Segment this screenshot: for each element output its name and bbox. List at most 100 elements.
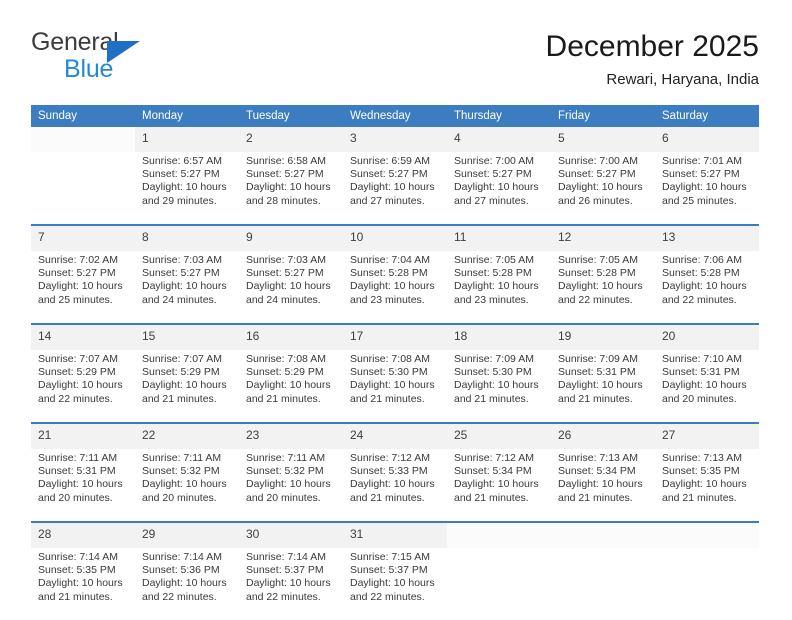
daylight-text: Daylight: 10 hours and 22 minutes. <box>246 577 331 603</box>
sunset-text: Sunset: 5:27 PM <box>142 267 220 280</box>
general-blue-logo[interactable]: General Blue <box>31 28 251 90</box>
sunset-text: Sunset: 5:27 PM <box>662 168 740 181</box>
day-number[interactable]: 8 <box>135 226 239 251</box>
sunset-text: Sunset: 5:27 PM <box>246 267 324 280</box>
sunset-text: Sunset: 5:27 PM <box>142 168 220 181</box>
day-number[interactable]: 24 <box>343 424 447 449</box>
day-cell-empty <box>655 523 759 548</box>
sunset-text: Sunset: 5:34 PM <box>558 465 636 478</box>
day-number[interactable]: 27 <box>655 424 759 449</box>
day-info: Sunrise: 7:06 AM Sunset: 5:28 PM Dayligh… <box>655 251 759 323</box>
sunset-text: Sunset: 5:29 PM <box>246 366 324 379</box>
daylight-text: Daylight: 10 hours and 21 minutes. <box>350 379 435 405</box>
day-info-empty <box>31 152 135 224</box>
day-number[interactable]: 25 <box>447 424 551 449</box>
day-info: Sunrise: 7:09 AM Sunset: 5:30 PM Dayligh… <box>447 350 551 422</box>
day-number[interactable]: 3 <box>343 127 447 152</box>
daylight-text: Daylight: 10 hours and 25 minutes. <box>662 181 747 207</box>
daylight-text: Daylight: 10 hours and 21 minutes. <box>454 478 539 504</box>
daylight-text: Daylight: 10 hours and 24 minutes. <box>142 280 227 306</box>
day-number[interactable]: 21 <box>31 424 135 449</box>
weekday-header-tuesday: Tuesday <box>239 105 343 127</box>
daylight-text: Daylight: 10 hours and 21 minutes. <box>558 379 643 405</box>
day-info: Sunrise: 7:07 AM Sunset: 5:29 PM Dayligh… <box>135 350 239 422</box>
day-number[interactable]: 22 <box>135 424 239 449</box>
daylight-text: Daylight: 10 hours and 24 minutes. <box>246 280 331 306</box>
day-info: Sunrise: 7:10 AM Sunset: 5:31 PM Dayligh… <box>655 350 759 422</box>
day-number[interactable]: 29 <box>135 523 239 548</box>
day-number[interactable]: 6 <box>655 127 759 152</box>
daylight-text: Daylight: 10 hours and 22 minutes. <box>350 577 435 603</box>
day-number[interactable]: 16 <box>239 325 343 350</box>
day-info: Sunrise: 7:04 AM Sunset: 5:28 PM Dayligh… <box>343 251 447 323</box>
day-info: Sunrise: 7:00 AM Sunset: 5:27 PM Dayligh… <box>447 152 551 224</box>
sunset-text: Sunset: 5:30 PM <box>350 366 428 379</box>
day-number[interactable]: 11 <box>447 226 551 251</box>
sunrise-text: Sunrise: 7:13 AM <box>558 452 638 464</box>
sunrise-text: Sunrise: 7:08 AM <box>350 353 430 365</box>
sunset-text: Sunset: 5:27 PM <box>558 168 636 181</box>
sunrise-text: Sunrise: 7:14 AM <box>38 551 118 563</box>
day-number[interactable]: 18 <box>447 325 551 350</box>
week-3-daynumber-row: 14 15 16 17 18 19 20 <box>31 325 759 350</box>
day-number[interactable]: 1 <box>135 127 239 152</box>
day-info: Sunrise: 7:14 AM Sunset: 5:37 PM Dayligh… <box>239 548 343 620</box>
day-cell-empty <box>447 523 551 548</box>
sunset-text: Sunset: 5:28 PM <box>350 267 428 280</box>
weekday-header-friday: Friday <box>551 105 655 127</box>
day-number[interactable]: 2 <box>239 127 343 152</box>
day-number[interactable]: 4 <box>447 127 551 152</box>
day-number[interactable]: 7 <box>31 226 135 251</box>
day-info: Sunrise: 7:08 AM Sunset: 5:29 PM Dayligh… <box>239 350 343 422</box>
day-number[interactable]: 17 <box>343 325 447 350</box>
day-info-empty <box>655 548 759 620</box>
day-number[interactable]: 13 <box>655 226 759 251</box>
logo-text-general: General <box>31 28 119 56</box>
sunrise-text: Sunrise: 7:12 AM <box>454 452 534 464</box>
sunset-text: Sunset: 5:31 PM <box>662 366 740 379</box>
daylight-text: Daylight: 10 hours and 21 minutes. <box>142 379 227 405</box>
day-info: Sunrise: 7:14 AM Sunset: 5:36 PM Dayligh… <box>135 548 239 620</box>
day-number[interactable]: 20 <box>655 325 759 350</box>
daylight-text: Daylight: 10 hours and 22 minutes. <box>662 280 747 306</box>
day-info: Sunrise: 7:11 AM Sunset: 5:32 PM Dayligh… <box>135 449 239 521</box>
day-info: Sunrise: 7:08 AM Sunset: 5:30 PM Dayligh… <box>343 350 447 422</box>
daylight-text: Daylight: 10 hours and 27 minutes. <box>454 181 539 207</box>
daylight-text: Daylight: 10 hours and 23 minutes. <box>350 280 435 306</box>
week-5-daynumber-row: 28 29 30 31 <box>31 523 759 548</box>
location-subtitle: Rewari, Haryana, India <box>606 71 759 88</box>
day-number[interactable]: 5 <box>551 127 655 152</box>
sunrise-text: Sunrise: 7:09 AM <box>454 353 534 365</box>
day-number[interactable]: 9 <box>239 226 343 251</box>
sunrise-text: Sunrise: 6:59 AM <box>350 155 430 167</box>
week-4-daynumber-row: 21 22 23 24 25 26 27 <box>31 424 759 449</box>
day-number[interactable]: 23 <box>239 424 343 449</box>
sunrise-text: Sunrise: 7:07 AM <box>38 353 118 365</box>
day-number[interactable]: 28 <box>31 523 135 548</box>
daylight-text: Daylight: 10 hours and 27 minutes. <box>350 181 435 207</box>
day-number[interactable]: 19 <box>551 325 655 350</box>
sunset-text: Sunset: 5:28 PM <box>558 267 636 280</box>
day-info: Sunrise: 7:03 AM Sunset: 5:27 PM Dayligh… <box>135 251 239 323</box>
day-number[interactable]: 10 <box>343 226 447 251</box>
sunset-text: Sunset: 5:35 PM <box>662 465 740 478</box>
sunset-text: Sunset: 5:27 PM <box>246 168 324 181</box>
sunset-text: Sunset: 5:31 PM <box>38 465 116 478</box>
day-number[interactable]: 15 <box>135 325 239 350</box>
page-title: December 2025 <box>545 30 759 63</box>
title-block: December 2025 Rewari, Haryana, India <box>546 28 759 90</box>
day-number[interactable]: 12 <box>551 226 655 251</box>
daylight-text: Daylight: 10 hours and 21 minutes. <box>454 379 539 405</box>
sunrise-text: Sunrise: 6:57 AM <box>142 155 222 167</box>
day-number[interactable]: 31 <box>343 523 447 548</box>
sunrise-text: Sunrise: 7:11 AM <box>142 452 222 464</box>
day-number[interactable]: 30 <box>239 523 343 548</box>
week-3-info-row: Sunrise: 7:07 AM Sunset: 5:29 PM Dayligh… <box>31 350 759 422</box>
sunrise-sunset-calendar-table: Sunday Monday Tuesday Wednesday Thursday… <box>31 105 759 620</box>
daylight-text: Daylight: 10 hours and 25 minutes. <box>38 280 123 306</box>
day-number[interactable]: 14 <box>31 325 135 350</box>
sunset-text: Sunset: 5:31 PM <box>558 366 636 379</box>
day-number[interactable]: 26 <box>551 424 655 449</box>
weekday-header-wednesday: Wednesday <box>343 105 447 127</box>
sunrise-text: Sunrise: 7:06 AM <box>662 254 742 266</box>
